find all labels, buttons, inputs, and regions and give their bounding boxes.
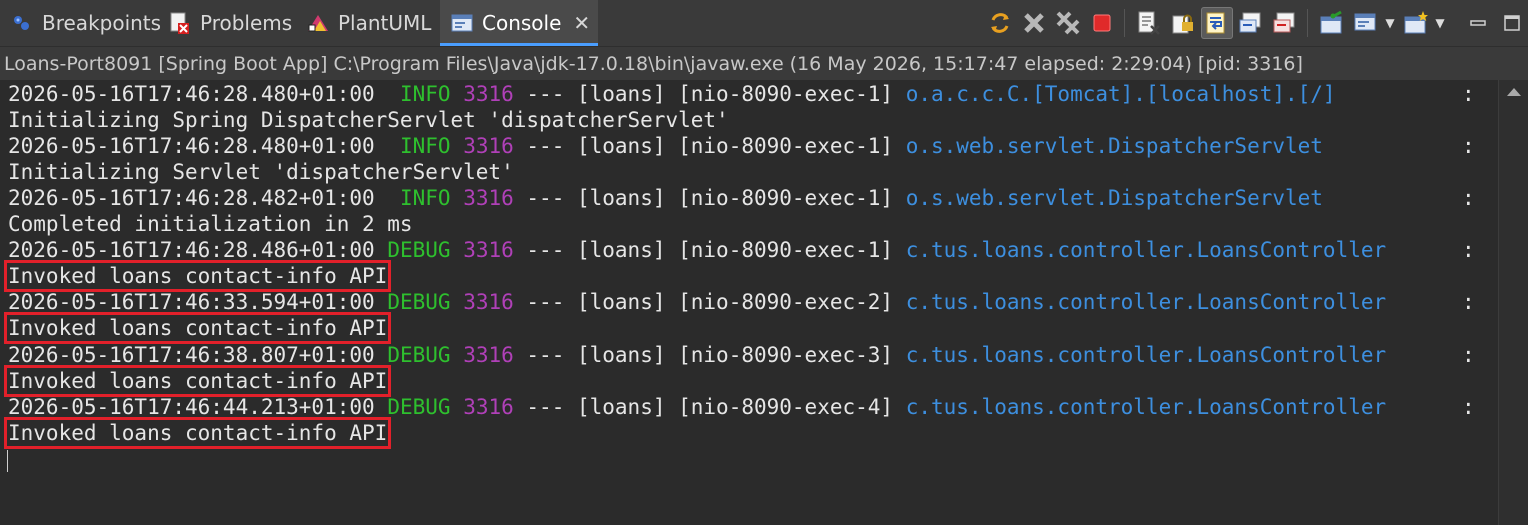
log-logger: c.tus.loans.controller.LoansController bbox=[905, 238, 1387, 262]
log-header: 2026-05-16T17:46:28.482+01:00 INFO 3316 … bbox=[8, 185, 1323, 211]
log-timestamp: 2026-05-16T17:46:44.213+01:00 bbox=[8, 395, 375, 419]
log-level: INFO bbox=[399, 82, 451, 106]
log-thread: --- [loans] [nio-8090-exec-1] bbox=[513, 82, 906, 106]
log-thread: --- [loans] [nio-8090-exec-3] bbox=[513, 343, 906, 367]
log-separator: : bbox=[1462, 395, 1475, 419]
log-level: INFO bbox=[399, 134, 451, 158]
log-pid: 3316 bbox=[463, 290, 514, 314]
log-pid: 3316 bbox=[463, 82, 514, 106]
open-console-icon[interactable] bbox=[1400, 7, 1432, 39]
log-timestamp: 2026-05-16T17:46:33.594+01:00 bbox=[8, 290, 375, 314]
log-pid: 3316 bbox=[463, 343, 514, 367]
view-tab-bar: Breakpoints Problems PlantUML Console ✕ … bbox=[0, 0, 1528, 46]
clear-console-icon[interactable] bbox=[1133, 7, 1165, 39]
console-toolbar: ▼ ▼ bbox=[982, 0, 1528, 46]
breakpoints-icon bbox=[10, 11, 34, 35]
log-level: DEBUG bbox=[387, 290, 451, 314]
log-pid: 3316 bbox=[463, 395, 514, 419]
terminate-icon[interactable] bbox=[1086, 7, 1118, 39]
highlight-box: Invoked loans contact-info API bbox=[3, 312, 392, 344]
log-separator: : bbox=[1462, 134, 1475, 158]
vertical-scrollbar[interactable] bbox=[1498, 80, 1528, 525]
scroll-up-icon[interactable] bbox=[1507, 88, 1521, 96]
highlight-box: Invoked loans contact-info API bbox=[3, 365, 392, 397]
tab-label: Breakpoints bbox=[42, 11, 162, 35]
toolbar-separator bbox=[1307, 9, 1308, 37]
problems-icon bbox=[168, 11, 192, 35]
log-message-highlighted: Invoked loans contact-info API bbox=[3, 312, 392, 344]
log-pid: 3316 bbox=[463, 238, 514, 262]
sync-icon[interactable] bbox=[984, 7, 1016, 39]
tab-label: PlantUML bbox=[338, 11, 432, 35]
close-icon[interactable]: ✕ bbox=[573, 11, 590, 35]
log-header: 2026-05-16T17:46:28.480+01:00 INFO 3316 … bbox=[8, 133, 1323, 159]
pin-console-icon[interactable] bbox=[1316, 7, 1348, 39]
log-thread: --- [loans] [nio-8090-exec-4] bbox=[513, 395, 906, 419]
tab-plantuml[interactable]: PlantUML bbox=[306, 0, 431, 46]
log-header: 2026-05-16T17:46:38.807+01:00 DEBUG 3316… bbox=[8, 342, 1386, 368]
log-logger: o.a.c.c.C.[Tomcat].[localhost].[/] bbox=[905, 82, 1336, 106]
log-pid: 3316 bbox=[463, 186, 514, 210]
tab-label: Problems bbox=[200, 11, 293, 35]
log-level: INFO bbox=[399, 186, 451, 210]
highlight-box: Invoked loans contact-info API bbox=[3, 260, 392, 292]
console-icon bbox=[450, 11, 474, 35]
log-level: DEBUG bbox=[387, 343, 451, 367]
log-separator: : bbox=[1462, 186, 1475, 210]
process-info: Loans-Port8091 [Spring Boot App] C:\Prog… bbox=[0, 46, 1528, 80]
display-selected-console-icon[interactable] bbox=[1350, 7, 1382, 39]
log-header: 2026-05-16T17:46:33.594+01:00 DEBUG 3316… bbox=[8, 289, 1386, 315]
log-level: DEBUG bbox=[387, 395, 451, 419]
minimize-icon[interactable] bbox=[1462, 7, 1494, 39]
log-message-highlighted: Invoked loans contact-info API bbox=[3, 417, 392, 449]
toolbar-separator bbox=[1124, 9, 1125, 37]
chevron-down-icon[interactable]: ▼ bbox=[1432, 7, 1448, 39]
tab-console[interactable]: Console ✕ bbox=[440, 0, 598, 46]
log-timestamp: 2026-05-16T17:46:28.480+01:00 bbox=[8, 82, 375, 106]
chevron-down-icon[interactable]: ▼ bbox=[1382, 7, 1398, 39]
log-header: 2026-05-16T17:46:28.480+01:00 INFO 3316 … bbox=[8, 81, 1336, 107]
tab-label: Console bbox=[482, 11, 562, 35]
log-separator: : bbox=[1462, 290, 1475, 314]
log-thread: --- [loans] [nio-8090-exec-1] bbox=[513, 238, 906, 262]
log-logger: c.tus.loans.controller.LoansController bbox=[905, 343, 1387, 367]
log-pid: 3316 bbox=[463, 134, 514, 158]
highlight-box: Invoked loans contact-info API bbox=[3, 417, 392, 449]
log-separator: : bbox=[1462, 343, 1475, 367]
tab-breakpoints[interactable]: Breakpoints bbox=[10, 0, 161, 46]
log-thread: --- [loans] [nio-8090-exec-2] bbox=[513, 290, 906, 314]
log-timestamp: 2026-05-16T17:46:28.486+01:00 bbox=[8, 238, 375, 262]
log-logger: o.s.web.servlet.DispatcherServlet bbox=[905, 134, 1323, 158]
log-timestamp: 2026-05-16T17:46:38.807+01:00 bbox=[8, 343, 375, 367]
log-separator: : bbox=[1462, 82, 1475, 106]
log-header: 2026-05-16T17:46:44.213+01:00 DEBUG 3316… bbox=[8, 394, 1386, 420]
log-logger: o.s.web.servlet.DispatcherServlet bbox=[905, 186, 1323, 210]
tab-problems[interactable]: Problems bbox=[168, 0, 292, 46]
plantuml-icon bbox=[306, 11, 330, 35]
log-message: Initializing Spring DispatcherServlet 'd… bbox=[8, 108, 729, 132]
word-wrap-icon[interactable] bbox=[1201, 7, 1233, 39]
log-thread: --- [loans] [nio-8090-exec-1] bbox=[513, 186, 906, 210]
log-message-highlighted: Invoked loans contact-info API bbox=[3, 365, 392, 397]
maximize-icon[interactable] bbox=[1496, 7, 1528, 39]
log-timestamp: 2026-05-16T17:46:28.480+01:00 bbox=[8, 134, 375, 158]
log-message-highlighted: Invoked loans contact-info API bbox=[3, 260, 392, 292]
log-timestamp: 2026-05-16T17:46:28.482+01:00 bbox=[8, 186, 375, 210]
show-on-stdout-icon[interactable] bbox=[1235, 7, 1267, 39]
scroll-lock-icon[interactable] bbox=[1167, 7, 1199, 39]
remove-all-terminated-icon[interactable] bbox=[1052, 7, 1084, 39]
log-message: Completed initialization in 2 ms bbox=[8, 212, 413, 236]
log-separator: : bbox=[1462, 238, 1475, 262]
log-thread: --- [loans] [nio-8090-exec-1] bbox=[513, 134, 906, 158]
log-logger: c.tus.loans.controller.LoansController bbox=[905, 395, 1387, 419]
text-cursor bbox=[7, 450, 8, 472]
log-message: Initializing Servlet 'dispatcherServlet' bbox=[8, 160, 514, 184]
remove-launch-icon[interactable] bbox=[1018, 7, 1050, 39]
show-on-stderr-icon[interactable] bbox=[1269, 7, 1301, 39]
log-logger: c.tus.loans.controller.LoansController bbox=[905, 290, 1387, 314]
log-level: DEBUG bbox=[387, 238, 451, 262]
console-output[interactable]: 2026-05-16T17:46:28.480+01:00 INFO 3316 … bbox=[0, 80, 1498, 525]
log-header: 2026-05-16T17:46:28.486+01:00 DEBUG 3316… bbox=[8, 237, 1386, 263]
